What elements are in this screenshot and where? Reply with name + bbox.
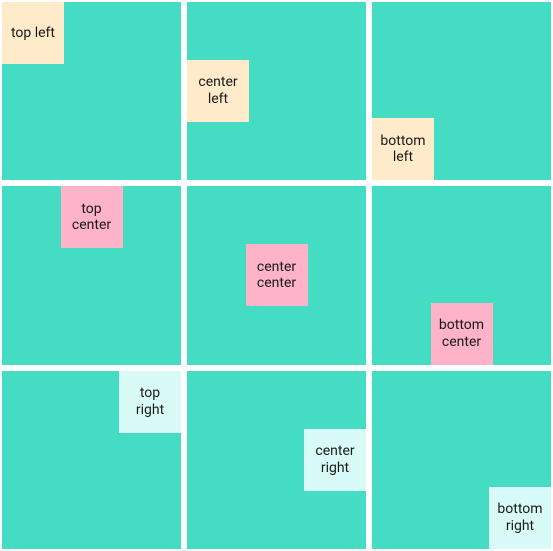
- swatch-center-right: center right: [304, 429, 366, 491]
- alignment-grid: top left center left bottom left top cen…: [0, 0, 553, 551]
- swatch-top-right: top right: [119, 371, 181, 433]
- swatch-bottom-center: bottom center: [431, 303, 493, 365]
- cell-top-left: top left: [2, 2, 181, 180]
- swatch-top-left: top left: [2, 2, 64, 64]
- swatch-center-center: center center: [246, 244, 308, 306]
- cell-center-left: center left: [187, 2, 366, 180]
- cell-top-center: top center: [2, 186, 181, 364]
- cell-center-right: center right: [187, 371, 366, 549]
- cell-bottom-center: bottom center: [372, 186, 551, 364]
- swatch-bottom-left: bottom left: [372, 118, 434, 180]
- cell-bottom-left: bottom left: [372, 2, 551, 180]
- cell-top-right: top right: [2, 371, 181, 549]
- swatch-top-center: top center: [61, 186, 123, 248]
- cell-center-center: center center: [187, 186, 366, 364]
- swatch-center-left: center left: [187, 60, 249, 122]
- cell-bottom-right: bottom right: [372, 371, 551, 549]
- swatch-bottom-right: bottom right: [489, 487, 551, 549]
